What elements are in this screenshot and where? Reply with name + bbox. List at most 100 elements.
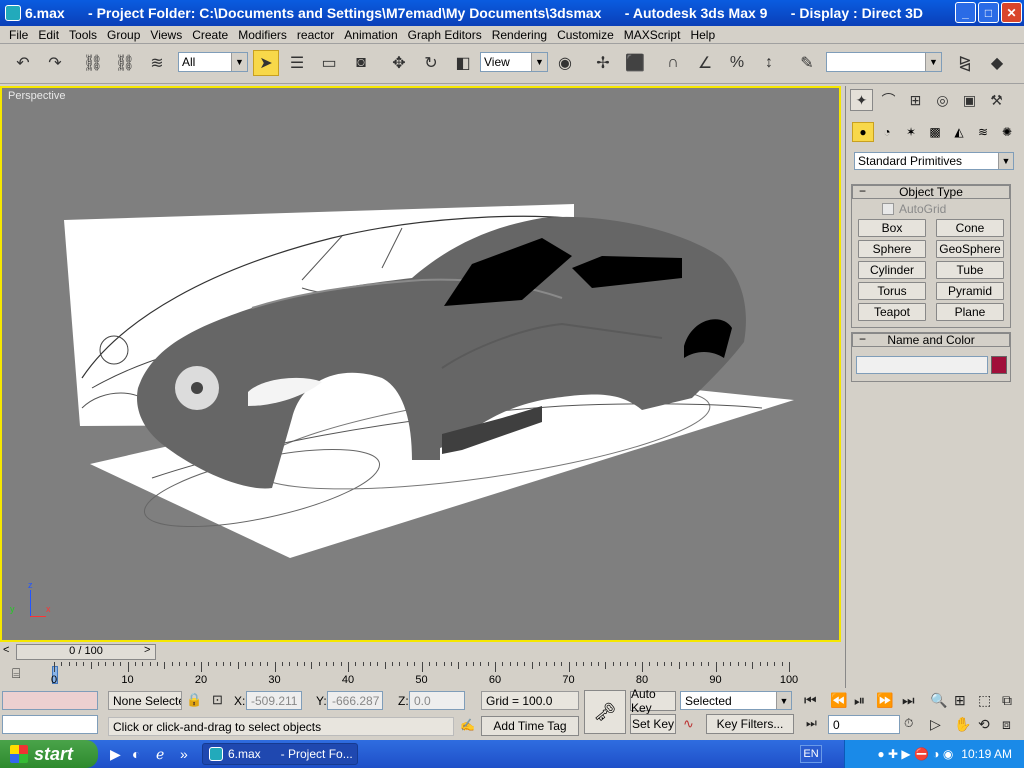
named-selection-sets-dropdown[interactable]: ▼ [826,52,942,72]
align-icon[interactable]: ◆ [984,50,1010,76]
menu-group[interactable]: Group [102,28,145,42]
teapot-button[interactable]: Teapot [858,303,926,321]
cylinder-button[interactable]: Cylinder [858,261,926,279]
menu-customize[interactable]: Customize [552,28,619,42]
perspective-viewport[interactable]: Perspective z y x [0,86,841,642]
display-tab-icon[interactable]: ▣ [958,89,981,111]
sphere-button[interactable]: Sphere [858,240,926,258]
close-button[interactable]: ✕ [1001,2,1022,23]
time-configuration-icon[interactable]: ⏱ [904,716,913,731]
arc-rotate-icon[interactable]: ⟲ [978,716,990,733]
primitive-category-dropdown[interactable]: Standard Primitives ▼ [854,152,1014,170]
tray-icons[interactable]: ● ✚ ▶ ⛔ ◑ ◉ [877,747,953,761]
edit-named-selection-icon[interactable]: ✎ [794,50,820,76]
menu-rendering[interactable]: Rendering [487,28,552,42]
time-slider[interactable]: 0 / 100 [16,644,156,660]
pin-icon[interactable]: ✍ [460,718,475,732]
menu-file[interactable]: File [4,28,33,42]
geosphere-button[interactable]: GeoSphere [936,240,1004,258]
lights-icon[interactable]: ✶ [900,122,922,142]
add-time-tag-button[interactable]: Add Time Tag [481,716,579,736]
menu-modifiers[interactable]: Modifiers [233,28,292,42]
mirror-icon[interactable]: ⧎ [952,50,978,76]
menu-views[interactable]: Views [145,28,187,42]
torus-button[interactable]: Torus [858,282,926,300]
play-icon[interactable]: ⏯ [854,692,865,709]
absolute-mode-icon[interactable]: ⊡ [212,692,223,708]
utilities-tab-icon[interactable]: ⚒ [985,89,1008,111]
tube-button[interactable]: Tube [936,261,1004,279]
zoom-extents-icon[interactable]: ⬚ [978,692,991,709]
more-quicklaunch-icon[interactable]: » [180,746,188,762]
cone-button[interactable]: Cone [936,219,1004,237]
maxscript-input[interactable] [2,715,98,734]
spinner-snap-icon[interactable]: ↕ [756,50,782,76]
set-key-button[interactable]: Set Key [630,714,676,734]
selection-filter-dropdown[interactable]: All ▼ [178,52,248,72]
object-name-input[interactable] [856,356,988,374]
open-mini-curve-editor-icon[interactable]: ⌸ [12,665,20,682]
key-mode-dropdown[interactable]: Selected ▼ [680,691,792,710]
key-filters-button[interactable]: Key Filters... [706,714,794,734]
y-coordinate-field[interactable]: -666.287 [327,691,383,710]
browser-icon[interactable]: ◐ [132,746,140,762]
x-coordinate-field[interactable]: -509.211 [246,691,302,710]
menu-edit[interactable]: Edit [33,28,64,42]
bind-to-space-warp-icon[interactable]: ≋ [144,50,170,76]
maximize-viewport-icon[interactable]: ⧈ [1002,716,1011,733]
systems-icon[interactable]: ✺ [996,122,1018,142]
next-frame-icon[interactable]: ⏩ [876,692,893,709]
menu-animation[interactable]: Animation [339,28,402,42]
select-and-move-icon[interactable]: ✥ [386,50,412,76]
angle-snap-icon[interactable]: ∠ [692,50,718,76]
geometry-icon[interactable]: ● [852,122,874,142]
modify-tab-icon[interactable]: ⌒ [877,89,900,111]
helpers-icon[interactable]: ◭ [948,122,970,142]
percent-snap-icon[interactable]: % [724,50,750,76]
redo-icon[interactable]: ↷ [42,50,68,76]
shapes-icon[interactable]: ◔ [876,122,898,142]
auto-key-button[interactable]: Auto Key [630,687,676,715]
zoom-extents-all-icon[interactable]: ⧉ [1002,692,1012,709]
time-slider-next-button[interactable]: > [144,644,150,656]
current-frame-field[interactable]: 0 [828,715,900,734]
z-coordinate-field[interactable]: 0.0 [409,691,465,710]
motion-tab-icon[interactable]: ◎ [931,89,954,111]
zoom-icon[interactable]: 🔍 [930,692,947,709]
time-slider-prev-button[interactable]: < [3,644,9,656]
snap-toggle-icon[interactable]: ∩ [660,50,686,76]
menu-maxscript[interactable]: MAXScript [619,28,686,42]
language-indicator[interactable]: EN [800,745,822,763]
3dsmax-app-icon[interactable] [5,5,21,21]
menu-reactor[interactable]: reactor [292,28,339,42]
pyramid-button[interactable]: Pyramid [936,282,1004,300]
select-and-scale-icon[interactable]: ◧ [450,50,476,76]
zoom-all-icon[interactable]: ⊞ [954,692,966,709]
select-by-name-icon[interactable]: ☰ [284,50,310,76]
field-of-view-icon[interactable]: ▷ [930,716,941,733]
plane-button[interactable]: Plane [936,303,1004,321]
taskbar-item-3dsmax[interactable]: 6.max - Project Fo... [202,743,358,765]
menu-tools[interactable]: Tools [64,28,102,42]
default-in-out-tangent-icon[interactable]: ∿ [683,716,694,732]
track-bar[interactable]: ⌸ 0 10 20 30 40 50 60 70 80 90 100 [0,662,841,688]
hierarchy-tab-icon[interactable]: ⊞ [904,89,927,111]
go-to-start-icon[interactable]: ⏮ [804,692,817,709]
menu-help[interactable]: Help [685,28,720,42]
unlink-selection-icon[interactable]: ⛓ [112,50,138,76]
select-and-rotate-icon[interactable]: ↻ [418,50,444,76]
set-key-icon[interactable]: 🗝 [584,690,626,734]
window-crossing-icon[interactable]: ◙ [348,50,374,76]
minimize-button[interactable]: _ [955,2,976,23]
rectangular-selection-icon[interactable]: ▭ [316,50,342,76]
keyboard-shortcut-override-icon[interactable]: ⬛ [622,50,648,76]
cameras-icon[interactable]: ▩ [924,122,946,142]
key-mode-toggle-icon[interactable]: ⏭ [806,716,817,731]
menu-create[interactable]: Create [187,28,233,42]
media-player-icon[interactable]: ▶ [110,746,121,763]
select-object-icon[interactable]: ➤ [253,50,279,76]
maxscript-listener-mini[interactable] [2,691,98,710]
lock-selection-icon[interactable]: 🔒 [186,692,202,708]
box-button[interactable]: Box [858,219,926,237]
go-to-end-icon[interactable]: ⏭ [902,692,915,709]
